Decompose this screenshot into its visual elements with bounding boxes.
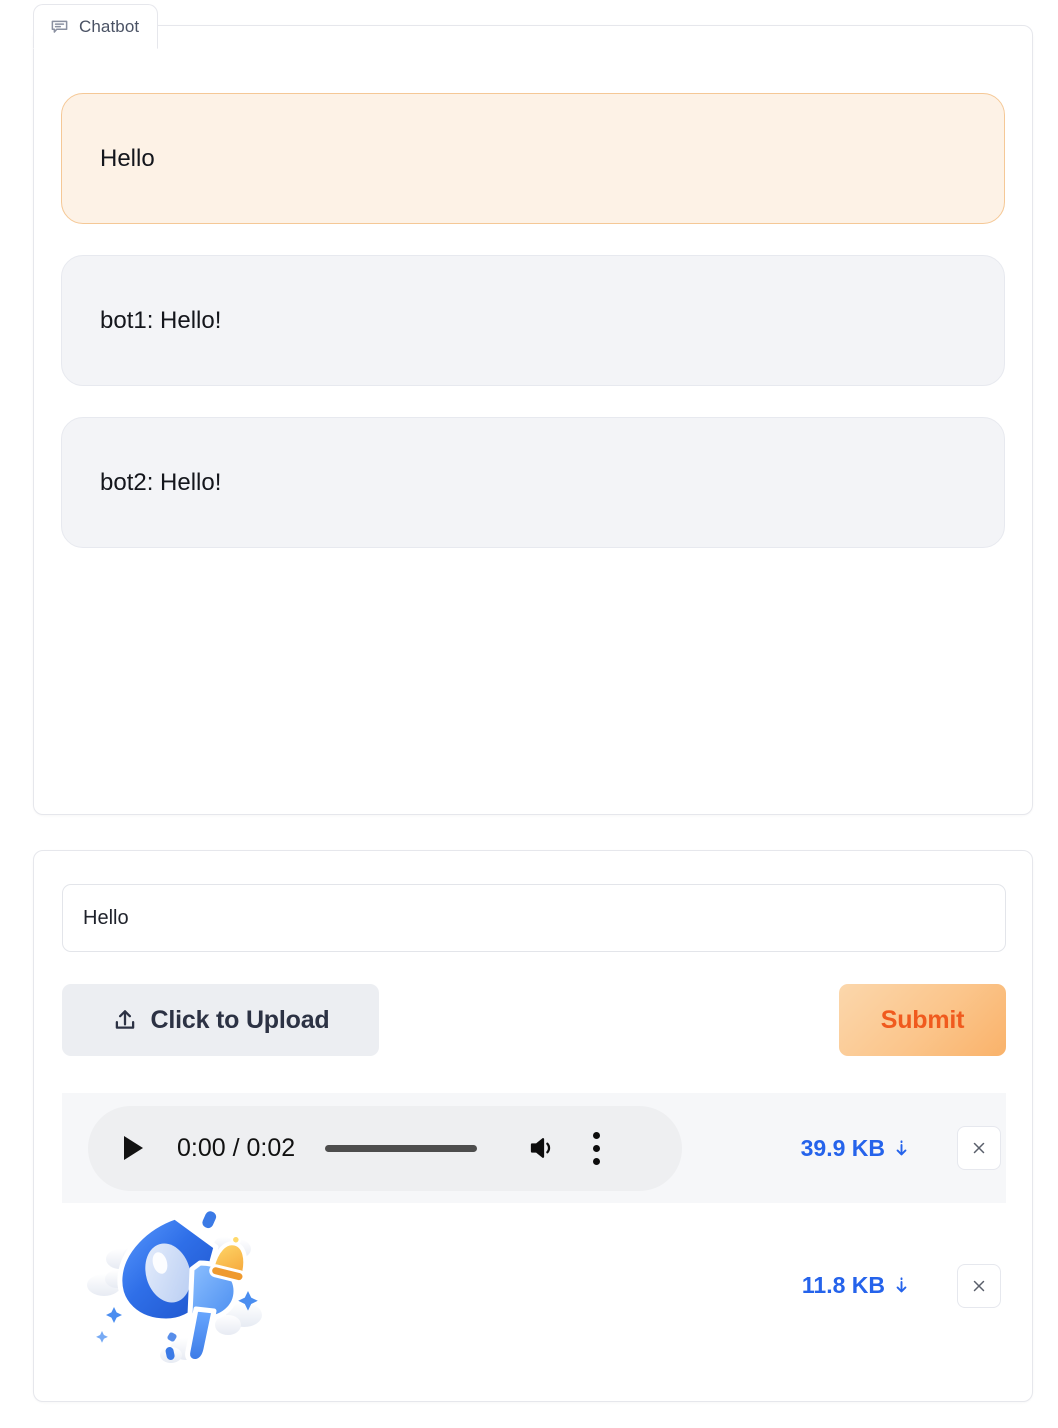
- kebab-menu-icon[interactable]: [593, 1131, 601, 1165]
- audio-download-link[interactable]: 39.9 KB: [801, 1135, 911, 1162]
- message-input[interactable]: [62, 884, 1006, 952]
- chatbot-tab[interactable]: Chatbot: [33, 4, 159, 49]
- chat-message-text: bot2: Hello!: [100, 468, 222, 496]
- gradio-app-root: Chatbot Hello bot1: Hello! bot2: Hello!: [0, 0, 1058, 1428]
- audio-time-display: 0:00 / 0:02: [177, 1133, 296, 1162]
- chatbot-panel: Chatbot Hello bot1: Hello! bot2: Hello!: [33, 4, 1033, 815]
- file-row-audio: 0:00 / 0:02 39.9 KB: [62, 1093, 1006, 1203]
- download-icon: [892, 1275, 911, 1296]
- kebab-dot: [593, 1131, 601, 1139]
- kebab-dot: [593, 1157, 601, 1165]
- chat-message-text: bot1: Hello!: [100, 306, 222, 334]
- image-file-size: 11.8 KB: [801, 1272, 885, 1298]
- image-download-link[interactable]: 11.8 KB: [802, 1272, 911, 1299]
- chatbot-tab-label: Chatbot: [79, 16, 140, 36]
- kebab-dot: [593, 1144, 601, 1152]
- remove-audio-button[interactable]: [957, 1126, 1001, 1170]
- chat-message-user[interactable]: Hello: [61, 93, 1005, 224]
- chat-message-bot-1[interactable]: bot1: Hello!: [61, 255, 1005, 386]
- click-to-upload-button[interactable]: Click to Upload: [62, 984, 379, 1056]
- play-icon[interactable]: [124, 1136, 143, 1160]
- volume-icon[interactable]: [477, 1133, 557, 1163]
- audio-player[interactable]: 0:00 / 0:02: [88, 1105, 682, 1191]
- chat-message-list: Hello bot1: Hello! bot2: Hello!: [34, 48, 1032, 568]
- submit-button[interactable]: Submit: [839, 984, 1006, 1056]
- audio-file-size: 39.9 KB: [800, 1134, 885, 1161]
- download-icon: [892, 1138, 911, 1159]
- remove-image-button[interactable]: [957, 1263, 1001, 1308]
- controls-row: Click to Upload Submit: [62, 984, 1006, 1056]
- file-row-image: 11.8 KB: [62, 1203, 1006, 1368]
- upload-button-label: Click to Upload: [150, 1005, 330, 1034]
- chat-bubble-icon: [50, 17, 69, 36]
- chat-message-bot-2[interactable]: bot2: Hello!: [61, 417, 1005, 548]
- audio-progress-slider[interactable]: [325, 1144, 478, 1152]
- chat-message-text: Hello: [100, 144, 155, 172]
- upload-icon: [112, 1007, 138, 1033]
- input-panel: Click to Upload Submit 0:00 / 0:02: [33, 850, 1033, 1402]
- megaphone-illustration[interactable]: [62, 1203, 288, 1368]
